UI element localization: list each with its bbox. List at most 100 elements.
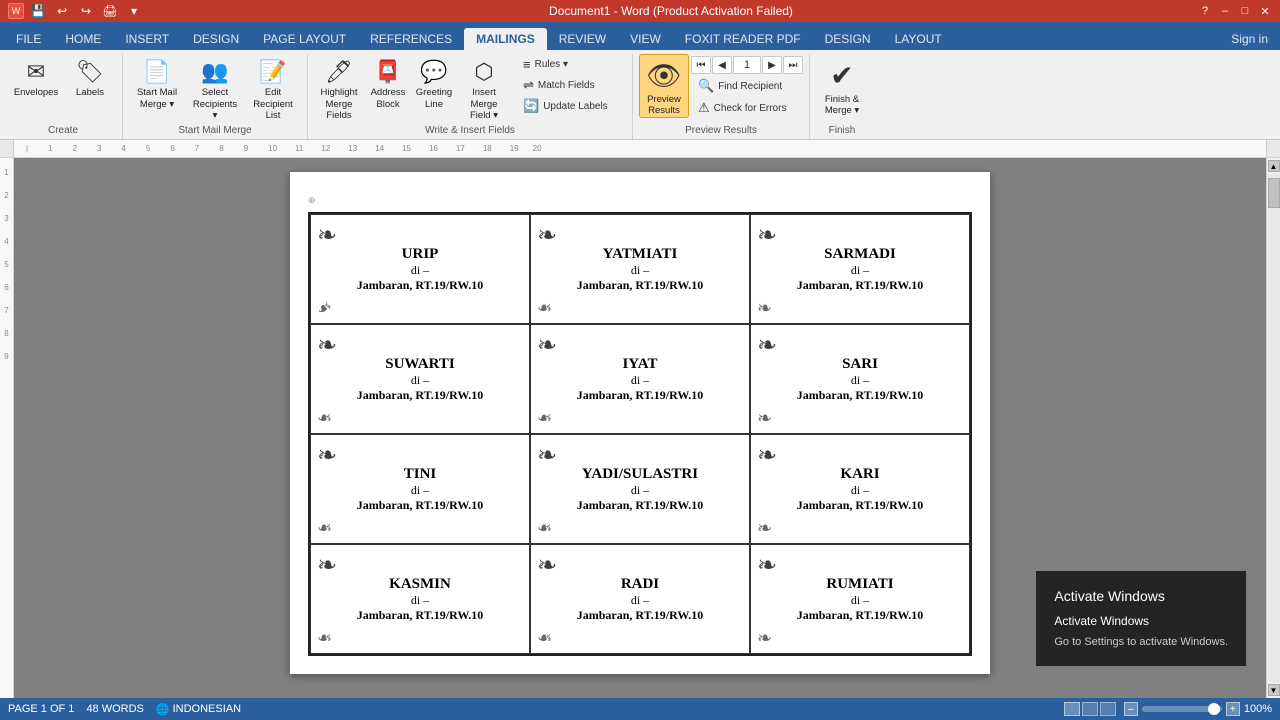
labels-btn[interactable]: 🏷 Labels xyxy=(64,54,116,118)
label-content-3: SUWARTI di – Jambaran, RT.19/RW.10 xyxy=(357,356,484,403)
check-for-errors-btn[interactable]: ⚠ Check for Errors xyxy=(691,98,803,118)
floral-bottom-1: ❧ xyxy=(537,298,552,319)
rules-label: Rules ▾ xyxy=(535,59,568,70)
scroll-down-btn[interactable]: ▼ xyxy=(1268,684,1280,696)
floral-bottom-10: ❧ xyxy=(537,628,552,649)
update-labels-btn[interactable]: 🔄 Update Labels xyxy=(516,96,626,116)
v-ruler: 123456789 xyxy=(0,158,14,698)
v-scrollbar[interactable]: ▲ ▼ xyxy=(1266,158,1280,698)
status-right: – + 100% xyxy=(1064,702,1272,716)
label-di-7: di – xyxy=(577,483,704,498)
redo-btn[interactable]: ↪ xyxy=(76,1,96,21)
activation-sub: Go to Settings to activate Windows. xyxy=(1054,633,1228,652)
zoom-in-btn[interactable]: + xyxy=(1226,702,1240,716)
tab-layout[interactable]: LAYOUT xyxy=(883,28,954,50)
sign-in-btn[interactable]: Sign in xyxy=(1219,28,1280,50)
envelopes-btn[interactable]: ✉ Envelopes xyxy=(10,54,62,118)
customize-btn[interactable]: ▾ xyxy=(124,1,144,21)
undo-btn[interactable]: ↩ xyxy=(52,1,72,21)
status-language: 🌐 INDONESIAN xyxy=(156,703,241,716)
zoom-area: – + 100% xyxy=(1124,702,1272,716)
floral-icon-7: ❧ xyxy=(537,441,557,470)
first-record-btn[interactable]: ⏮ xyxy=(691,56,711,74)
label-name-10: RADI xyxy=(577,576,704,593)
tab-foxit[interactable]: FOXIT READER PDF xyxy=(673,28,813,50)
edit-recipient-list-btn[interactable]: 📝 EditRecipient List xyxy=(245,54,301,118)
floral-icon-6: ❧ xyxy=(317,441,337,470)
next-record-btn[interactable]: ▶ xyxy=(762,56,782,74)
web-layout-btn[interactable] xyxy=(1100,702,1116,716)
floral-icon-2: ❧ xyxy=(757,221,777,250)
tab-design[interactable]: DESIGN xyxy=(181,28,251,50)
find-recipient-icon: 🔍 xyxy=(698,78,714,94)
tab-page-layout[interactable]: PAGE LAYOUT xyxy=(251,28,358,50)
help-btn[interactable]: ? xyxy=(1198,4,1212,18)
label-content-8: KARI di – Jambaran, RT.19/RW.10 xyxy=(797,466,924,513)
create-items: ✉ Envelopes 🏷 Labels xyxy=(10,54,116,123)
label-address-2: Jambaran, RT.19/RW.10 xyxy=(797,278,924,293)
select-recipients-label: SelectRecipients ▾ xyxy=(193,87,237,121)
label-name-2: SARMADI xyxy=(797,246,924,263)
create-group-label: Create xyxy=(10,123,116,139)
zoom-thumb xyxy=(1208,703,1220,715)
label-di-3: di – xyxy=(357,373,484,388)
preview-items: 👁 PreviewResults ⏮ ◀ ▶ ⏭ 🔍 Find Recipien… xyxy=(639,54,803,123)
start-mail-merge-items: 📄 Start MailMerge ▾ 👥 SelectRecipients ▾… xyxy=(129,54,301,123)
address-block-btn[interactable]: 📮 AddressBlock xyxy=(366,54,410,118)
tab-mailings[interactable]: MAILINGS xyxy=(464,28,547,50)
prev-record-btn[interactable]: ◀ xyxy=(712,56,732,74)
label-card-8: ❧ ❧ KARI di – Jambaran, RT.19/RW.10 xyxy=(750,434,970,544)
rules-btn[interactable]: ≡ Rules ▾ xyxy=(516,54,626,74)
tab-review[interactable]: REVIEW xyxy=(547,28,618,50)
select-recipients-btn[interactable]: 👥 SelectRecipients ▾ xyxy=(187,54,243,118)
preview-nav: ⏮ ◀ ▶ ⏭ 🔍 Find Recipient ⚠ Check for Err… xyxy=(691,56,803,118)
insert-merge-field-btn[interactable]: ⬡ Insert MergeField ▾ xyxy=(458,54,510,118)
tab-design2[interactable]: DESIGN xyxy=(813,28,883,50)
write-insert-group-label: Write & Insert Fields xyxy=(314,123,626,139)
label-content-1: YATMIATI di – Jambaran, RT.19/RW.10 xyxy=(577,246,704,293)
write-insert-items: 🖊 HighlightMerge Fields 📮 AddressBlock 💬… xyxy=(314,54,626,123)
finish-items: ✔ Finish &Merge ▾ xyxy=(816,54,868,123)
tab-references[interactable]: REFERENCES xyxy=(358,28,464,50)
activation-overlay: Activate Windows Activate Windows Go to … xyxy=(1036,571,1246,666)
preview-results-btn[interactable]: 👁 PreviewResults xyxy=(639,54,689,118)
insert-merge-label: Insert MergeField ▾ xyxy=(465,87,503,121)
label-card-4: ❧ ❧ IYAT di – Jambaran, RT.19/RW.10 xyxy=(530,324,750,434)
label-content-9: KASMIN di – Jambaran, RT.19/RW.10 xyxy=(357,576,484,623)
tab-file[interactable]: FILE xyxy=(4,28,53,50)
title-bar: W 💾 ↩ ↪ 🖨 ▾ Document1 - Word (Product Ac… xyxy=(0,0,1280,22)
zoom-out-btn[interactable]: – xyxy=(1124,702,1138,716)
scroll-up-btn[interactable]: ▲ xyxy=(1268,160,1280,172)
tab-home[interactable]: HOME xyxy=(53,28,113,50)
floral-icon-8: ❧ xyxy=(757,441,777,470)
close-btn[interactable]: ✕ xyxy=(1258,4,1272,18)
finish-merge-btn[interactable]: ✔ Finish &Merge ▾ xyxy=(816,54,868,118)
label-name-0: URIP xyxy=(357,246,484,263)
zoom-slider[interactable] xyxy=(1142,706,1222,712)
label-content-4: IYAT di – Jambaran, RT.19/RW.10 xyxy=(577,356,704,403)
tab-view[interactable]: VIEW xyxy=(618,28,673,50)
start-mail-merge-btn[interactable]: 📄 Start MailMerge ▾ xyxy=(129,54,185,118)
label-address-11: Jambaran, RT.19/RW.10 xyxy=(797,608,924,623)
tab-insert[interactable]: INSERT xyxy=(113,28,181,50)
print-btn[interactable]: 🖨 xyxy=(100,1,120,21)
maximize-btn[interactable]: □ xyxy=(1238,4,1252,18)
greeting-line-btn[interactable]: 💬 GreetingLine xyxy=(412,54,456,118)
scroll-thumb[interactable] xyxy=(1268,178,1280,208)
scroll-track[interactable] xyxy=(1268,174,1280,682)
print-layout-btn[interactable] xyxy=(1064,702,1080,716)
read-mode-btn[interactable] xyxy=(1082,702,1098,716)
minimize-btn[interactable]: – xyxy=(1218,4,1232,18)
match-fields-btn[interactable]: ⇌ Match Fields xyxy=(516,75,626,95)
floral-bottom-9: ❧ xyxy=(317,628,332,649)
save-btn[interactable]: 💾 xyxy=(28,1,48,21)
floral-bottom-11: ❧ xyxy=(757,628,772,649)
label-name-9: KASMIN xyxy=(357,576,484,593)
floral-bottom-7: ❧ xyxy=(537,518,552,539)
record-number-input[interactable] xyxy=(733,56,761,74)
find-recipient-btn[interactable]: 🔍 Find Recipient xyxy=(691,76,803,96)
insert-merge-icon: ⬡ xyxy=(474,59,493,85)
last-record-btn[interactable]: ⏭ xyxy=(783,56,803,74)
label-name-7: YADI/SULASTRI xyxy=(577,466,704,483)
highlight-merge-fields-btn[interactable]: 🖊 HighlightMerge Fields xyxy=(314,54,364,118)
